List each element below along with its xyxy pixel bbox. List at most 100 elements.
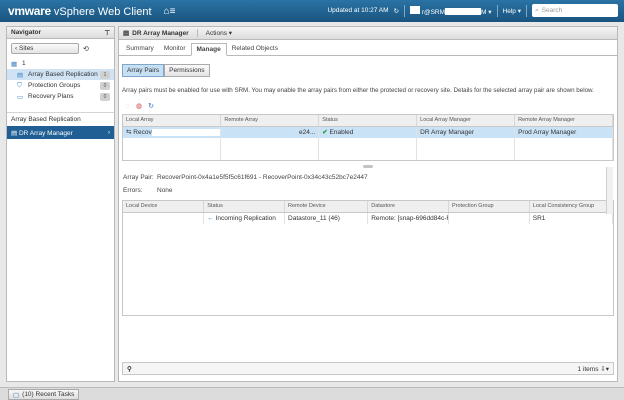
bottom-bar: ▢ (10) Recent Tasks xyxy=(0,387,624,400)
array-icon: ▤ xyxy=(17,71,24,79)
array-manager-icon: ▤ xyxy=(11,129,19,137)
tab-summary[interactable]: Summary xyxy=(121,43,159,55)
subtab-permissions[interactable]: Permissions xyxy=(164,64,210,77)
arrow-left-icon: ← xyxy=(207,214,216,222)
table-cell xyxy=(448,212,530,224)
discover-devices-icon[interactable]: ◍ xyxy=(135,102,143,110)
tab-manage[interactable]: Manage xyxy=(190,43,227,56)
errors-label: Errors: xyxy=(123,187,143,194)
count-badge: 1 xyxy=(100,70,110,79)
updated-time: Updated at 10:27 AM xyxy=(327,7,389,14)
splitter-handle[interactable] xyxy=(363,165,373,168)
array-pair-value: RecoverPoint-0x4a1e5f5f5c61f691 - Recove… xyxy=(157,174,368,181)
search-icon: ⌕ xyxy=(535,6,539,14)
divider xyxy=(404,4,406,17)
table-cell: Datastore_11 (46) xyxy=(284,212,369,224)
pair-details: Array Pair: RecoverPoint-0x4a1e5f5f5c61f6… xyxy=(123,174,617,194)
back-button[interactable]: ‹ Sites xyxy=(11,43,79,54)
column-header[interactable]: Local Consistency Group xyxy=(529,201,614,213)
user-name: r@SRM xyxy=(421,8,446,16)
table-cell: e24... xyxy=(220,126,320,138)
table-cell: Remote: [snap-696dd84c-R... xyxy=(367,212,449,224)
back-label: Sites xyxy=(18,45,34,52)
user-menu[interactable]: r@SRM M ▾ xyxy=(410,5,492,16)
object-title: DR Array Manager xyxy=(132,29,189,37)
nav-root[interactable]: ▦ 1 xyxy=(7,58,114,69)
devices-table: Local Device Status Remote Device Datast… xyxy=(122,200,614,316)
search-input[interactable]: ⌕ Search xyxy=(532,4,618,17)
nav-item-label: Protection Groups xyxy=(28,82,81,89)
errors-value: None xyxy=(157,187,173,194)
plan-icon: ▭ xyxy=(17,93,24,101)
binoculars-icon[interactable]: ⚲ xyxy=(127,365,132,373)
array-pair-label: Array Pair: xyxy=(123,174,154,181)
column-header[interactable]: Status xyxy=(318,115,418,127)
enable-pair-icon[interactable]: ◌ xyxy=(123,102,131,110)
navigator-header: Navigator ⊤ xyxy=(7,27,114,39)
redacted-text xyxy=(151,129,220,137)
history-icon[interactable]: ⟲ xyxy=(83,45,89,53)
column-header[interactable]: Remote Array Manager xyxy=(514,115,613,127)
refresh-icon[interactable]: ↻ xyxy=(147,102,155,110)
column-header[interactable]: Remote Array xyxy=(220,115,320,127)
main-panel: ▤ DR Array Manager Actions ▾ Summary Moni… xyxy=(118,26,618,382)
column-header[interactable]: Local Array Manager xyxy=(416,115,516,127)
table-cell: Prod Array Manager xyxy=(514,126,613,138)
nav-item-recovery-plans[interactable]: ▭ Recovery Plans 0 xyxy=(7,91,114,102)
help-label: Help xyxy=(502,7,516,15)
subtab-array-pairs[interactable]: Array Pairs xyxy=(122,64,165,77)
actions-menu[interactable]: Actions ▾ xyxy=(196,29,232,37)
subtab-bar: Array Pairs Permissions xyxy=(122,64,617,77)
recent-tasks-tab[interactable]: ▢ (10) Recent Tasks xyxy=(8,389,80,400)
tab-bar: Summary Monitor Manage Related Objects xyxy=(119,43,617,56)
recent-tasks-label: (10) Recent Tasks xyxy=(22,391,75,398)
info-text: Array pairs must be enabled for use with… xyxy=(122,87,594,94)
site-icon: ▦ xyxy=(11,60,18,68)
column-header[interactable]: Datastore xyxy=(367,201,449,213)
array-manager-icon: ▤ xyxy=(123,30,130,37)
table-row[interactable]: ⇆ Recov e24... ✔ Enabled DR Array Manage… xyxy=(123,126,613,138)
scrollbar[interactable] xyxy=(606,167,613,214)
table-header: Local Device Status Remote Device Datast… xyxy=(123,201,614,213)
column-header[interactable]: Status xyxy=(203,201,286,213)
vmware-logo: vmware vSphere Web Client xyxy=(0,4,152,18)
column-header[interactable]: Protection Group xyxy=(448,201,530,213)
column-header[interactable]: Remote Device xyxy=(284,201,369,213)
table-cell xyxy=(123,212,205,224)
export-icon[interactable]: ⇩▾ xyxy=(600,366,609,373)
tab-related-objects[interactable]: Related Objects xyxy=(227,43,283,55)
cell-local-array: Recov xyxy=(133,129,152,137)
devices-footer: ⚲ 1 items ⇩▾ xyxy=(122,362,614,375)
actions-label: Actions xyxy=(205,30,227,37)
redacted-user xyxy=(445,8,482,16)
nav-item-protection-groups[interactable]: ⛉ Protection Groups 0 xyxy=(7,80,114,91)
table-row xyxy=(123,138,613,149)
table-row[interactable]: ← Incoming Replication Datastore_11 (46)… xyxy=(123,212,614,224)
pin-icon[interactable]: ⊤ xyxy=(104,29,110,37)
check-icon: ✔ xyxy=(322,129,330,137)
chevron-right-icon: › xyxy=(107,129,110,136)
pairs-toolbar: ◌ ◍ ↻ xyxy=(123,102,617,111)
user-suffix: M xyxy=(481,8,487,16)
nav-item-label: Array Based Replication xyxy=(28,71,98,78)
table-cell: SR1 xyxy=(529,212,614,224)
column-header[interactable]: Local Array xyxy=(123,115,222,127)
nav-item-array-based-replication[interactable]: ▤ Array Based Replication 1 xyxy=(7,69,114,80)
divider xyxy=(496,4,498,17)
top-header: vmware vSphere Web Client ⌂≡ Updated at … xyxy=(0,0,624,22)
tab-monitor[interactable]: Monitor xyxy=(159,43,191,55)
nav-item-dr-array-manager[interactable]: ▤ DR Array Manager › xyxy=(7,126,114,139)
home-icon[interactable]: ⌂≡ xyxy=(164,6,176,17)
navigator-title: Navigator xyxy=(11,29,41,36)
navigator-panel: Navigator ⊤ ‹ Sites ⟲ ▦ 1 ▤ Array Based … xyxy=(6,26,115,382)
help-menu[interactable]: Help ▾ xyxy=(503,7,521,15)
object-header: ▤ DR Array Manager Actions ▾ xyxy=(119,27,617,40)
table-header: Local Array Remote Array Status Local Ar… xyxy=(123,115,613,127)
table-cell: ✔ Enabled xyxy=(318,126,418,138)
refresh-icon[interactable]: ↻ xyxy=(394,7,399,15)
count-badge: 0 xyxy=(100,81,110,90)
nav-selected-label: DR Array Manager xyxy=(18,129,73,137)
column-header[interactable]: Local Device xyxy=(123,201,205,213)
shield-icon: ⛉ xyxy=(17,81,22,89)
cell-status: Incoming Replication xyxy=(215,214,276,222)
